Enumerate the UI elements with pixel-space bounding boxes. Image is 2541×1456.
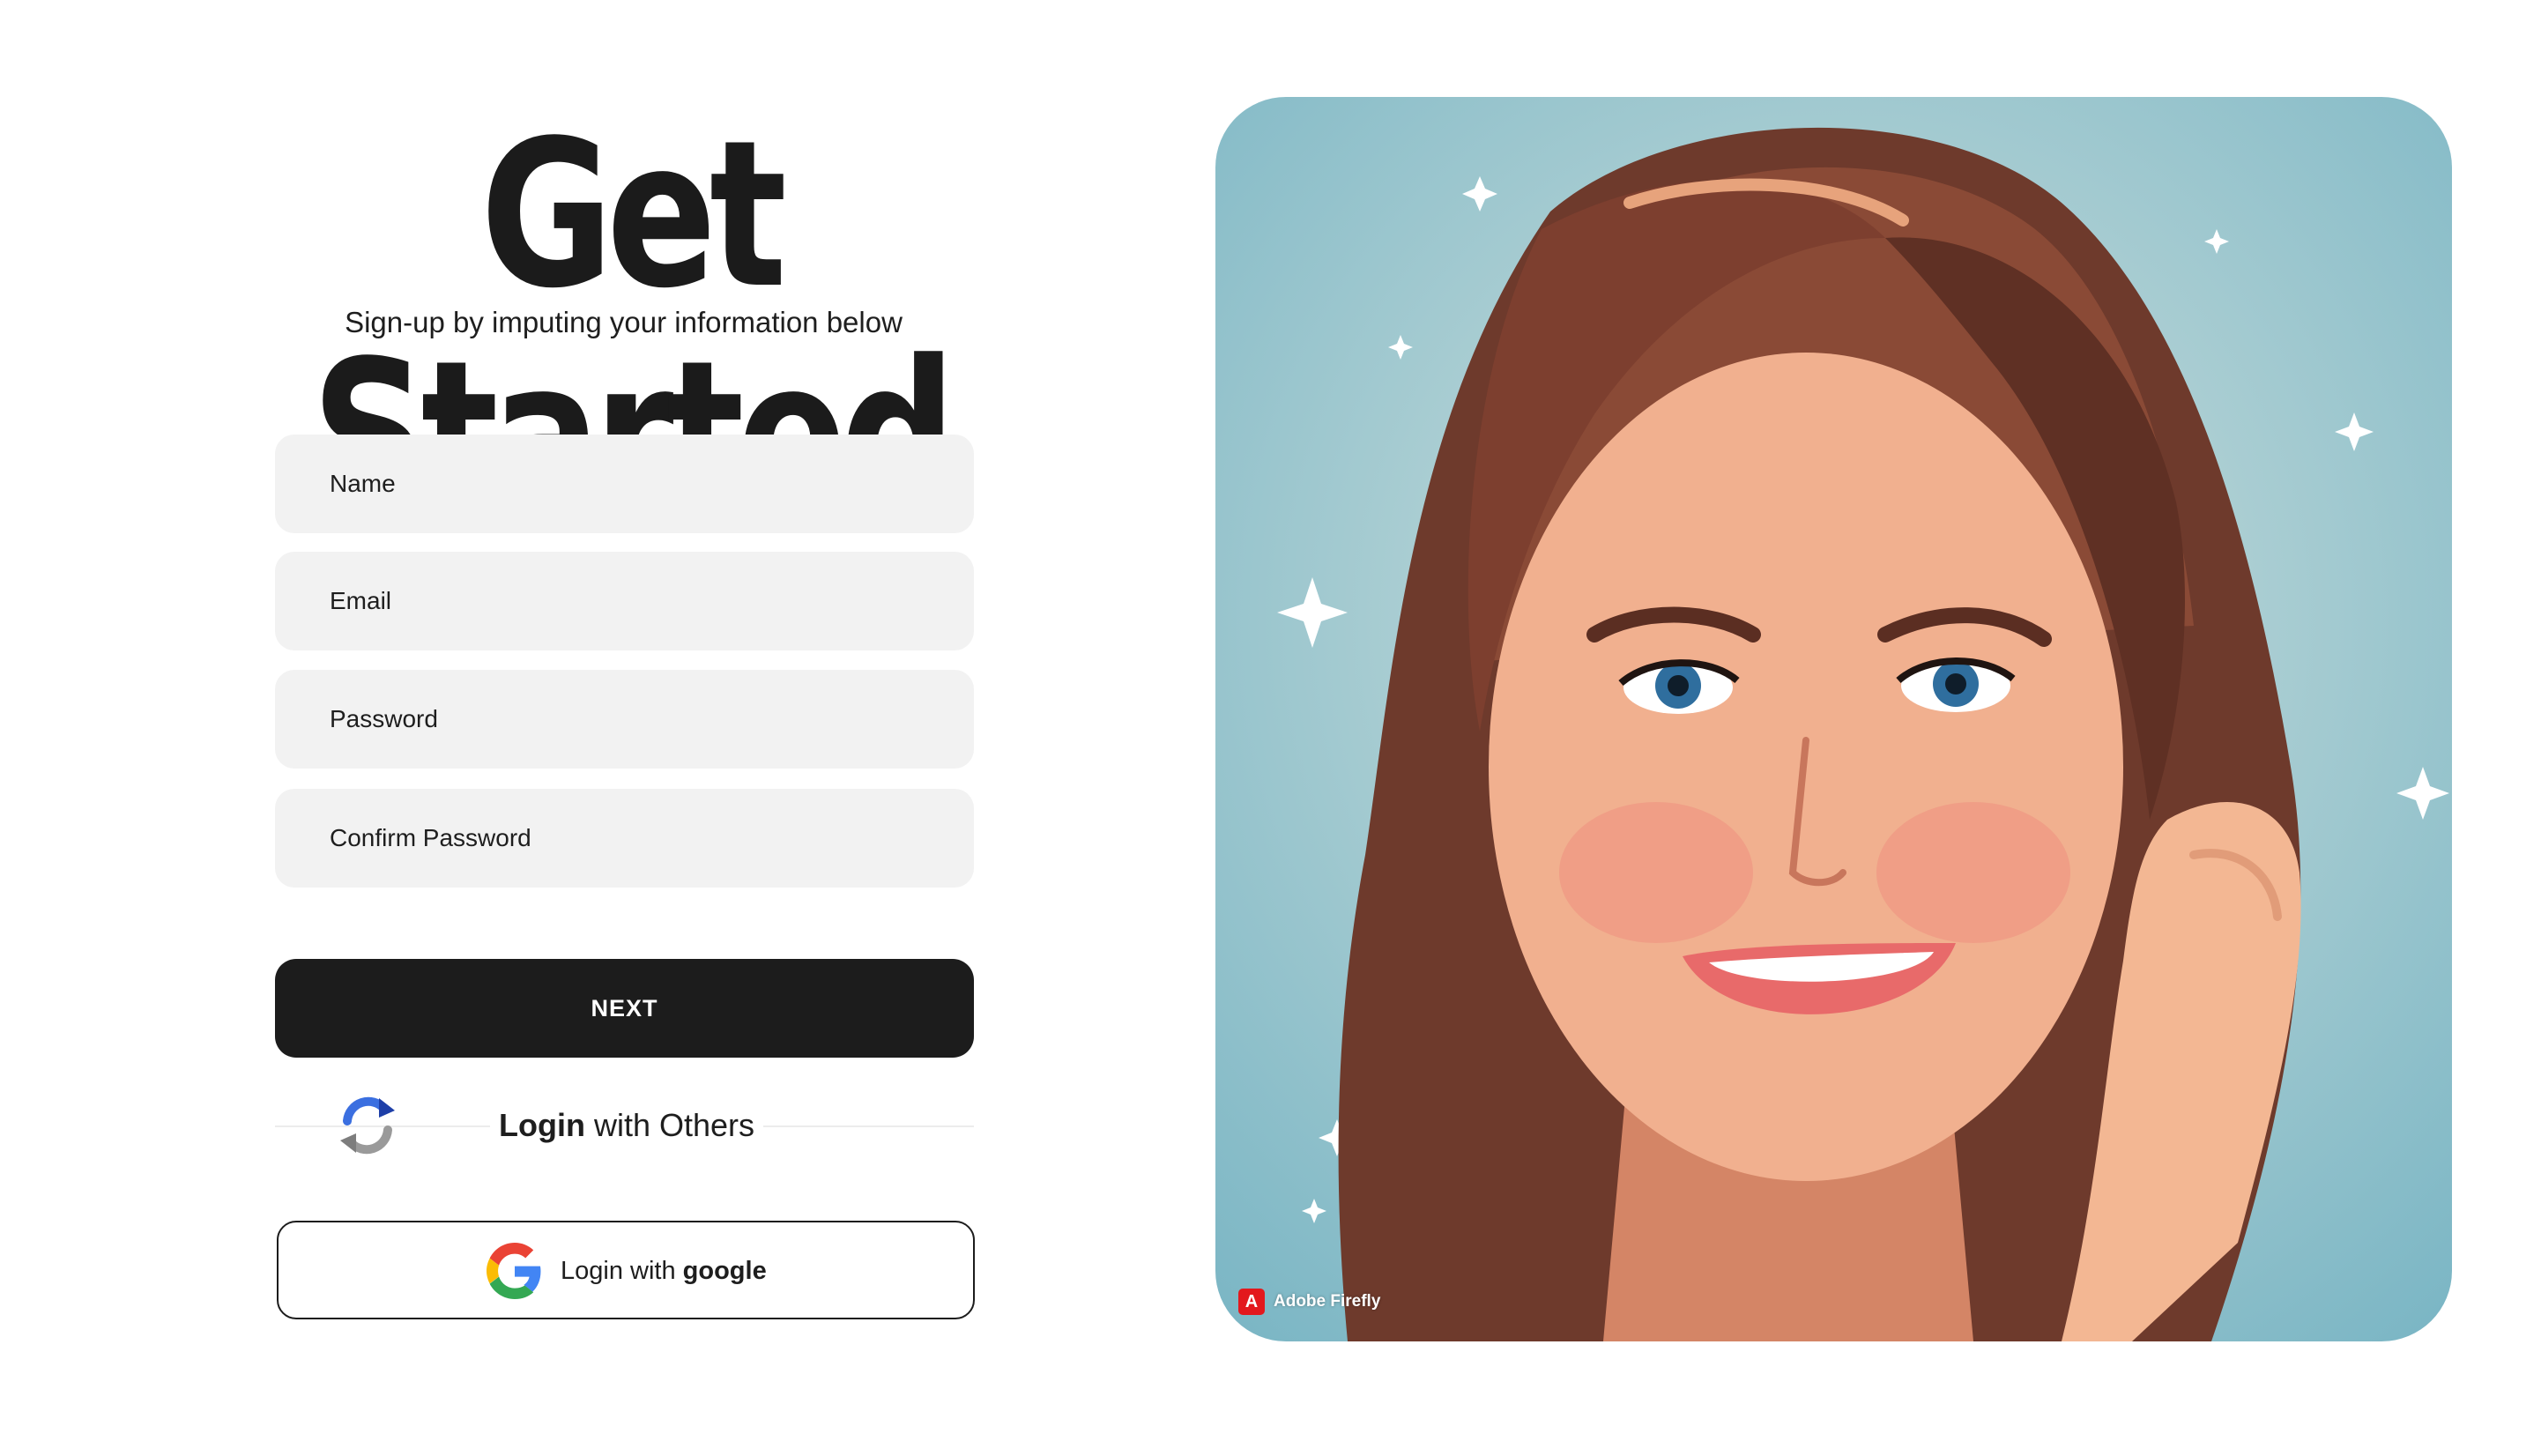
- login-with-others-rest: with Others: [584, 1107, 755, 1143]
- login-with-others-label: Login with Others: [490, 1103, 764, 1148]
- google-login-bold: google: [682, 1257, 767, 1285]
- page-subtitle: Sign-up by imputing your information bel…: [345, 306, 903, 338]
- woman-portrait-illustration: [1277, 127, 2449, 1341]
- login-with-others-bold: Login: [499, 1107, 585, 1143]
- name-input[interactable]: [275, 435, 974, 533]
- google-login-button[interactable]: Login with google: [277, 1221, 975, 1319]
- password-input[interactable]: [275, 670, 974, 769]
- google-icon: [487, 1243, 543, 1299]
- refresh-icon: [335, 1093, 400, 1158]
- adobe-firefly-logo-icon: A: [1238, 1289, 1265, 1315]
- adobe-firefly-badge: A Adobe Firefly: [1238, 1289, 1380, 1315]
- google-login-prefix: Login with: [561, 1257, 683, 1285]
- email-input[interactable]: [275, 552, 974, 650]
- hero-illustration: A Adobe Firefly: [1215, 97, 2452, 1341]
- google-login-label: Login with google: [561, 1252, 767, 1290]
- confirm-password-input[interactable]: [275, 789, 974, 888]
- adobe-firefly-label: Adobe Firefly: [1274, 1292, 1381, 1311]
- login-with-others-divider: Login with Others: [275, 1086, 974, 1165]
- next-button[interactable]: NEXT: [275, 959, 974, 1058]
- signup-page: Get Started Sign-up by imputing your inf…: [0, 0, 2541, 1456]
- signup-form-panel: Get Started Sign-up by imputing your inf…: [0, 0, 1216, 1456]
